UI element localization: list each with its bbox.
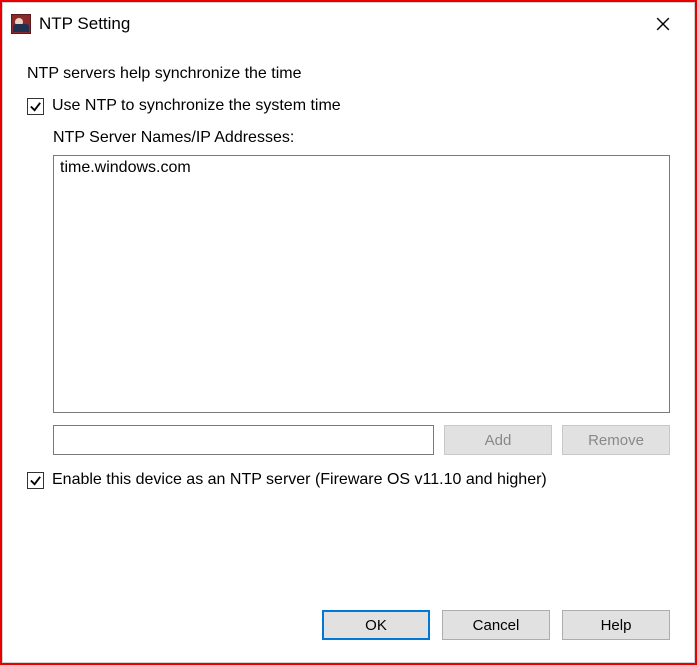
- dialog-content: NTP servers help synchronize the time Us…: [3, 45, 694, 592]
- remove-button[interactable]: Remove: [562, 425, 670, 455]
- new-server-input[interactable]: [53, 425, 434, 455]
- close-button[interactable]: [640, 8, 686, 40]
- checkmark-icon: [29, 474, 42, 487]
- ntp-setting-dialog: NTP Setting NTP servers help synchronize…: [3, 3, 694, 662]
- checkmark-icon: [29, 100, 42, 113]
- enable-as-server-row[interactable]: Enable this device as an NTP server (Fir…: [27, 471, 670, 489]
- titlebar: NTP Setting: [3, 3, 694, 45]
- list-item[interactable]: time.windows.com: [58, 158, 665, 178]
- use-ntp-checkbox[interactable]: [27, 98, 44, 115]
- add-server-row: Add Remove: [53, 425, 670, 455]
- use-ntp-row[interactable]: Use NTP to synchronize the system time: [27, 97, 670, 115]
- help-text: NTP servers help synchronize the time: [27, 65, 670, 83]
- ok-button[interactable]: OK: [322, 610, 430, 640]
- enable-as-server-checkbox[interactable]: [27, 472, 44, 489]
- server-list-label: NTP Server Names/IP Addresses:: [53, 129, 670, 147]
- close-icon: [656, 17, 670, 31]
- use-ntp-label: Use NTP to synchronize the system time: [52, 97, 341, 115]
- window-title: NTP Setting: [39, 14, 640, 34]
- server-listbox[interactable]: time.windows.com: [53, 155, 670, 413]
- add-button[interactable]: Add: [444, 425, 552, 455]
- help-button[interactable]: Help: [562, 610, 670, 640]
- dialog-button-bar: OK Cancel Help: [3, 592, 694, 662]
- enable-as-server-label: Enable this device as an NTP server (Fir…: [52, 471, 547, 489]
- server-section: NTP Server Names/IP Addresses: time.wind…: [53, 129, 670, 455]
- app-icon: [11, 14, 31, 34]
- cancel-button[interactable]: Cancel: [442, 610, 550, 640]
